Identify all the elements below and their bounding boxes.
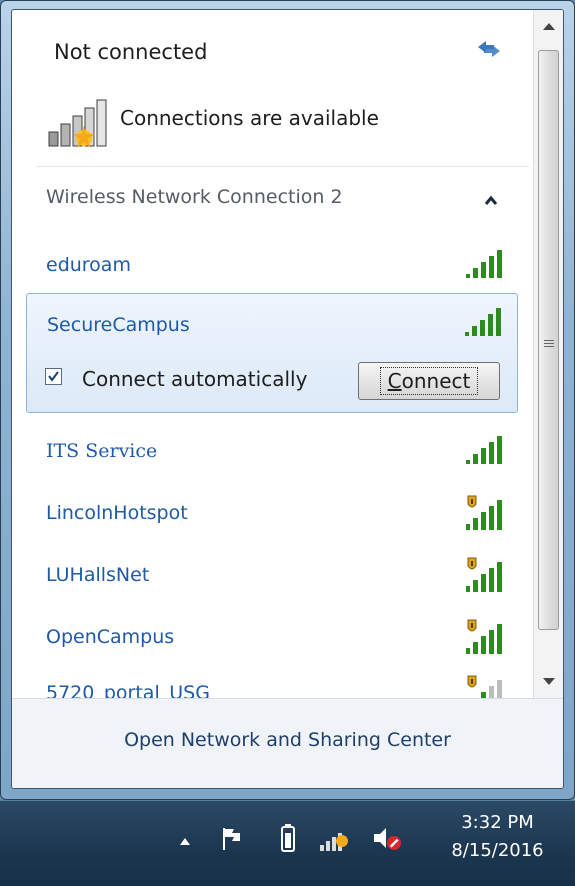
taskbar-clock[interactable]: 3:32 PM 8/15/2016: [440, 809, 555, 865]
collapse-chevron-icon[interactable]: [482, 194, 500, 208]
battery-icon[interactable]: [280, 823, 296, 853]
secured-signal-icon: [467, 675, 502, 698]
open-network-sharing-center-link[interactable]: Open Network and Sharing Center: [12, 729, 563, 751]
section-divider: [36, 166, 529, 167]
checkmark-icon: [48, 371, 59, 382]
connection-status-title: Not connected: [54, 40, 208, 64]
signal-strength-icon: [466, 436, 502, 464]
scroll-up-arrow-icon[interactable]: [534, 12, 564, 42]
network-name: 5720_portal_USG: [46, 682, 210, 698]
scrollbar-grip-icon: [544, 340, 554, 347]
connect-automatically-label[interactable]: Connect automatically: [82, 367, 307, 391]
network-item-5720-portal-usg[interactable]: 5720_portal_USG: [26, 662, 518, 698]
secured-signal-icon: [466, 557, 502, 592]
network-item-lincolnhotspot[interactable]: LincolnHotspot: [26, 482, 518, 542]
network-item-its-service[interactable]: ITS Service: [26, 420, 518, 480]
network-flyout-frame: Not connected Connections are available …: [0, 0, 575, 800]
connections-available-text: Connections are available: [120, 106, 379, 130]
clock-date: 8/15/2016: [451, 840, 544, 861]
connections-available-icon: [48, 99, 107, 148]
connect-button-label: Connect: [379, 367, 479, 395]
network-name: LUHallsNet: [46, 564, 150, 586]
network-flyout-panel: Not connected Connections are available …: [11, 9, 564, 789]
clock-time: 3:32 PM: [461, 812, 534, 833]
taskbar: 3:32 PM 8/15/2016: [0, 800, 575, 886]
secured-signal-icon: [466, 495, 502, 530]
action-center-flag-icon[interactable]: [220, 825, 246, 853]
network-name: eduroam: [46, 254, 131, 276]
network-icon[interactable]: [318, 823, 352, 853]
signal-strength-icon: [466, 250, 502, 278]
connect-button[interactable]: Connect: [358, 362, 500, 400]
network-item-opencampus[interactable]: OpenCampus: [26, 606, 518, 666]
group-header-wireless[interactable]: Wireless Network Connection 2: [46, 186, 343, 208]
scroll-down-arrow-icon[interactable]: [534, 666, 564, 696]
flyout-footer: Open Network and Sharing Center: [12, 698, 563, 788]
show-hidden-icons-arrow[interactable]: [178, 835, 192, 847]
volume-muted-icon[interactable]: [372, 823, 404, 853]
vertical-scrollbar[interactable]: [533, 10, 564, 698]
refresh-icon[interactable]: [474, 36, 504, 62]
network-name: LincolnHotspot: [46, 502, 188, 524]
scrollbar-thumb[interactable]: [538, 50, 559, 630]
network-name: OpenCampus: [46, 626, 175, 648]
network-name: SecureCampus: [47, 314, 190, 336]
network-name: ITS Service: [46, 440, 158, 462]
secured-signal-icon: [466, 619, 502, 654]
signal-strength-icon: [465, 308, 501, 336]
connect-automatically-checkbox[interactable]: [45, 368, 62, 385]
network-item-luhallsnet[interactable]: LUHallsNet: [26, 544, 518, 604]
network-item-securecampus[interactable]: SecureCampus Connect automatically Conne…: [26, 293, 518, 413]
network-item-eduroam[interactable]: eduroam: [26, 234, 518, 294]
network-list-area: Not connected Connections are available …: [12, 10, 533, 698]
